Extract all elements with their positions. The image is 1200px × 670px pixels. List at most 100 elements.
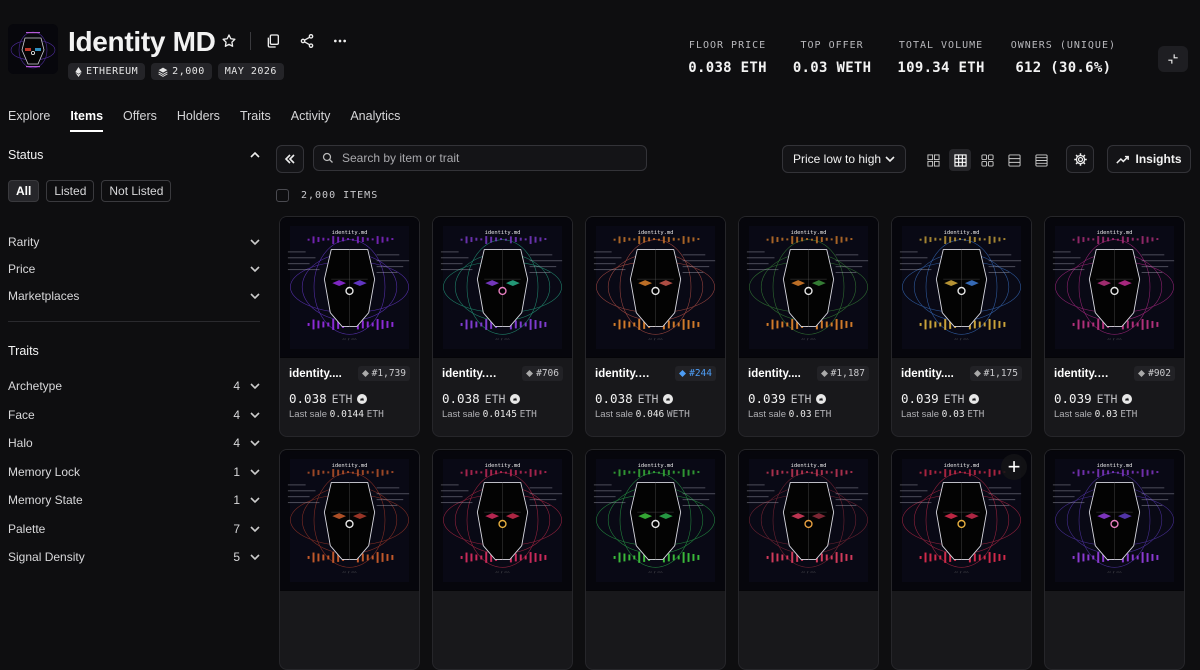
settings-button[interactable]	[1066, 145, 1094, 173]
favorite-star-icon[interactable]	[218, 30, 240, 52]
item-header: identity.... #1,175	[901, 366, 1022, 381]
svg-text:identity.md: identity.md	[332, 230, 368, 236]
status-chip-listed[interactable]: Listed	[46, 180, 95, 202]
item-card[interactable]: identity.md ∴∴ / ∴∴∴ identity.... #1,739 0.0…	[279, 216, 420, 437]
svg-text:∴∴ / ∴∴∴: ∴∴ / ∴∴∴	[495, 337, 509, 341]
list-icon	[1007, 153, 1021, 167]
status-chip-not-listed[interactable]: Not Listed	[101, 180, 172, 202]
select-all-checkbox[interactable]	[276, 189, 289, 202]
marketplace-icon	[510, 393, 521, 404]
status-chip-all[interactable]: All	[8, 180, 40, 202]
collection-tabs: Explore Items Offers Holders Traits Acti…	[8, 109, 400, 132]
sort-label: Price low to high	[793, 152, 882, 166]
item-card[interactable]: identity.md ∴∴ / ∴∴∴ +	[891, 449, 1032, 670]
traits-section-header: Traits	[8, 336, 260, 366]
trait-right: 4	[233, 436, 260, 450]
item-header: identity.m... #706	[442, 366, 563, 381]
insights-button[interactable]: Insights	[1107, 145, 1191, 173]
last-sale-value: 0.03	[941, 409, 965, 420]
item-name: identity.m...	[595, 367, 657, 380]
copy-icon[interactable]	[262, 30, 284, 52]
share-icon[interactable]	[296, 30, 318, 52]
trait-name: Palette	[8, 521, 46, 536]
marketplace-icon	[816, 393, 827, 404]
item-header: identity.... #1,739	[289, 366, 410, 381]
view-list-button[interactable]	[1003, 149, 1025, 171]
item-name: identity....	[289, 367, 342, 380]
item-card[interactable]: identity.md ∴∴ / ∴∴∴	[1044, 449, 1185, 670]
chevron-down-icon	[250, 383, 260, 390]
item-card[interactable]: identity.md ∴∴ / ∴∴∴	[585, 449, 726, 670]
tab-offers[interactable]: Offers	[123, 109, 157, 132]
stat-value: 0.038 ETH	[688, 60, 767, 76]
trait-right: 1	[233, 465, 260, 479]
filter-rarity[interactable]: Rarity	[8, 228, 260, 255]
item-last-sale: Last sale 0.03 ETH	[901, 409, 985, 420]
view-small-grid-button[interactable]	[922, 149, 944, 171]
stat-label: TOTAL VOLUME	[898, 40, 984, 51]
view-large-grid-button[interactable]	[976, 149, 998, 171]
filter-price[interactable]: Price	[8, 255, 260, 282]
diamond-icon	[679, 370, 687, 377]
item-info: identity.m... #706 0.038 ETH Last sale 0.014…	[433, 358, 572, 420]
item-artwork: identity.md ∴∴ / ∴∴∴	[1045, 450, 1184, 591]
item-card[interactable]: identity.md ∴∴ / ∴∴∴ identity.m... #244 0.03…	[585, 216, 726, 437]
supply-label: 2,000	[172, 66, 205, 77]
stat-value: 0.03 WETH	[792, 60, 872, 76]
trait-filter-row[interactable]: Memory Lock 1	[8, 458, 260, 487]
tab-holders[interactable]: Holders	[177, 109, 220, 132]
chevron-up-icon	[250, 151, 260, 158]
svg-text:identity.md: identity.md	[485, 463, 521, 469]
stat-total-volume: TOTAL VOLUME 109.34 ETH	[897, 40, 984, 76]
trait-filter-row[interactable]: Archetype 4	[8, 372, 260, 401]
collection-header: Identity MD ETHEREUM 2,000 MAY 2026 FLOO…	[0, 0, 1200, 100]
trait-filter-row[interactable]: Halo 4	[8, 429, 260, 458]
stat-floor-price: FLOOR PRICE 0.038 ETH	[688, 40, 767, 76]
search-box[interactable]	[313, 145, 647, 171]
svg-text:∴∴ / ∴∴∴: ∴∴ / ∴∴∴	[801, 337, 815, 341]
chevron-down-icon	[250, 292, 260, 299]
sort-dropdown[interactable]: Price low to high	[782, 145, 906, 173]
item-card[interactable]: identity.md ∴∴ / ∴∴∴	[738, 449, 879, 670]
trait-filter-row[interactable]: Signal Density 5	[8, 543, 260, 572]
item-card[interactable]: identity.md ∴∴ / ∴∴∴ identity.... #1,187 0.0…	[738, 216, 879, 437]
status-section-header[interactable]: Status	[8, 140, 260, 170]
view-medium-grid-button[interactable]	[949, 149, 971, 171]
chevron-down-icon	[250, 469, 260, 475]
add-to-cart-plus-icon[interactable]: +	[1001, 454, 1027, 480]
svg-text:∴∴ / ∴∴∴: ∴∴ / ∴∴∴	[648, 337, 662, 341]
trait-filter-row[interactable]: Memory State 1	[8, 486, 260, 515]
item-rank-badge: #1,187	[816, 366, 869, 381]
collapse-sidebar-button[interactable]	[276, 145, 304, 173]
tab-analytics[interactable]: Analytics	[350, 109, 400, 132]
item-artwork: identity.md ∴∴ / ∴∴∴	[892, 217, 1031, 358]
trait-name: Signal Density	[8, 550, 85, 565]
tab-traits[interactable]: Traits	[240, 109, 271, 132]
tab-explore[interactable]: Explore	[8, 109, 50, 132]
diamond-icon	[526, 370, 534, 377]
collapse-header-button[interactable]	[1158, 46, 1188, 72]
chevron-down-icon	[250, 497, 260, 504]
item-card[interactable]: identity.md ∴∴ / ∴∴∴ identity.m... #902 0.03…	[1044, 216, 1185, 437]
item-last-sale: Last sale 0.0145 ETH	[442, 409, 537, 420]
item-card[interactable]: identity.md ∴∴ / ∴∴∴ identity.m... #706 0.03…	[432, 216, 573, 437]
price-value: 0.039	[1054, 391, 1092, 406]
diamond-icon	[1138, 370, 1146, 377]
view-table-button[interactable]	[1030, 149, 1052, 171]
trait-filter-row[interactable]: Face 4	[8, 401, 260, 430]
item-card[interactable]: identity.md ∴∴ / ∴∴∴ identity.... #1,175 0.0…	[891, 216, 1032, 437]
stat-label: FLOOR PRICE	[688, 40, 767, 51]
item-card[interactable]: identity.md ∴∴ / ∴∴∴	[432, 449, 573, 670]
filter-marketplaces[interactable]: Marketplaces	[8, 282, 260, 309]
items-grid: identity.md ∴∴ / ∴∴∴ identity.... #1,739 0.0…	[279, 216, 1193, 670]
more-options-icon[interactable]	[329, 30, 351, 52]
item-rank-badge: #706	[522, 366, 563, 381]
item-price: 0.039 ETH	[748, 391, 869, 406]
item-card[interactable]: identity.md ∴∴ / ∴∴∴	[279, 449, 420, 670]
tab-items[interactable]: Items	[70, 109, 104, 132]
item-id: #902	[1148, 368, 1171, 379]
tab-activity[interactable]: Activity	[291, 109, 331, 132]
trait-filter-row[interactable]: Palette 7	[8, 515, 260, 544]
price-value: 0.038	[595, 391, 633, 406]
search-input[interactable]	[342, 151, 632, 165]
